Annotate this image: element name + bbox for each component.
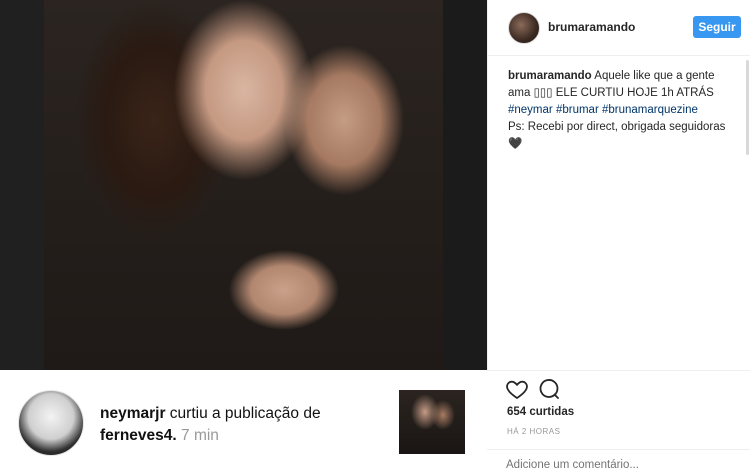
hashtag-brumar[interactable]: #brumar <box>556 104 599 116</box>
comment-icon[interactable] <box>537 377 561 401</box>
post-actions: 654 curtidas HÁ 2 HORAS <box>487 370 750 475</box>
post-username[interactable]: brumaramando <box>548 20 635 34</box>
comments-scrollbar[interactable] <box>746 60 749 155</box>
notification-user[interactable]: neymarjr <box>100 405 165 422</box>
likes-count[interactable]: 654 curtidas <box>507 406 574 418</box>
black-heart-emoji: 🖤 <box>508 138 523 150</box>
like-notification: neymarjr curtiu a publicação de ferneves… <box>0 370 487 475</box>
post-header: brumaramando Seguir <box>488 0 750 56</box>
hashtag-brunamarquezine[interactable]: #brunamarquezine <box>602 104 698 116</box>
notification-target[interactable]: ferneves4. <box>100 427 177 444</box>
post-media[interactable] <box>0 0 487 370</box>
notification-action: curtiu a publicação de <box>169 405 321 422</box>
notification-thumbnail[interactable] <box>399 390 465 454</box>
post-time: HÁ 2 HORAS <box>507 427 561 436</box>
heart-icon[interactable] <box>505 377 529 401</box>
post-photo[interactable] <box>44 0 443 370</box>
comment-input[interactable] <box>506 459 726 471</box>
notification-avatar[interactable] <box>18 390 84 456</box>
profile-avatar[interactable] <box>508 12 540 44</box>
hashtag-neymar[interactable]: #neymar <box>508 104 553 116</box>
comment-box <box>487 449 750 475</box>
follow-button[interactable]: Seguir <box>693 16 741 38</box>
caption-ps: Ps: Recebi por direct, obrigada seguidor… <box>508 121 726 133</box>
notification-text: neymarjr curtiu a publicação de ferneves… <box>100 403 375 447</box>
caption-username[interactable]: brumaramando <box>508 70 592 82</box>
photo-right-edge <box>443 0 487 370</box>
post-caption: brumaramando Aquele like que a gente ama… <box>508 68 733 153</box>
notification-time: 7 min <box>181 427 219 444</box>
photo-left-edge <box>0 0 44 370</box>
